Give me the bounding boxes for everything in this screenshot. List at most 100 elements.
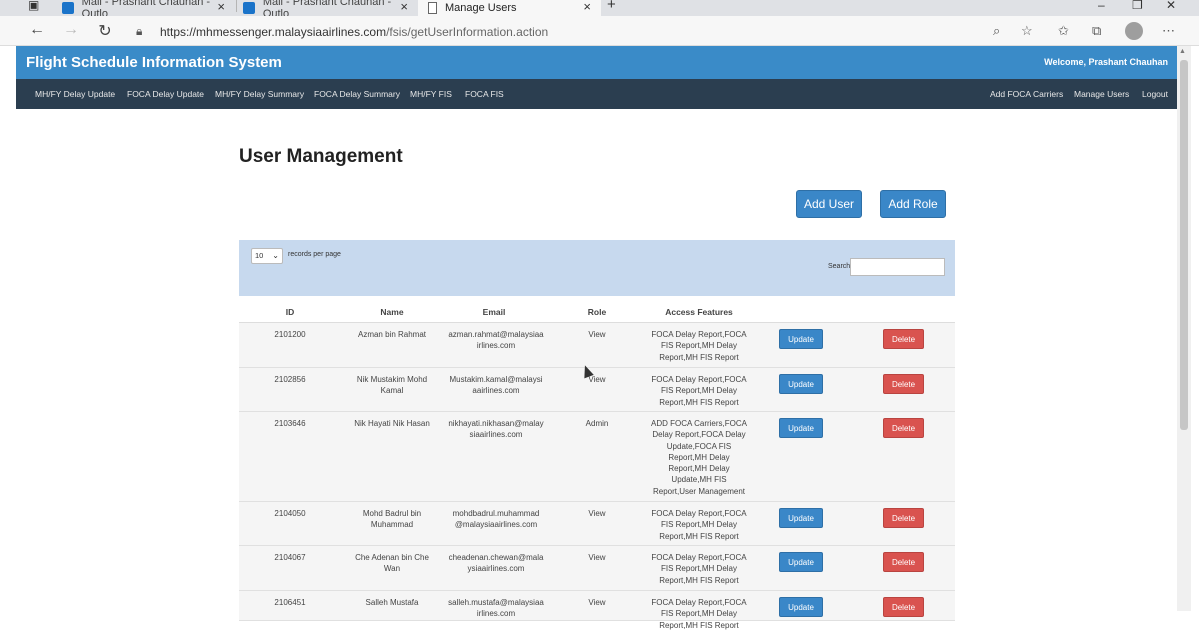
nav-mhfy-delay-update[interactable]: MH/FY Delay Update bbox=[35, 89, 115, 99]
user-role: Admin bbox=[585, 419, 609, 428]
browser-tab-manage-users[interactable]: Manage Users × bbox=[418, 0, 601, 16]
close-icon[interactable]: × bbox=[400, 0, 408, 14]
table-header: ID Name Email Role Access Features bbox=[239, 296, 955, 323]
profile-avatar[interactable] bbox=[1125, 22, 1143, 40]
nav-logout[interactable]: Logout bbox=[1142, 89, 1168, 99]
user-name-line: Azman bin Rahmat bbox=[357, 330, 427, 339]
favorites-icon[interactable]: ✩ bbox=[1058, 23, 1069, 39]
browser-tab-strip: ▣ Mail - Prashant Chauhan - Outlo × Mail… bbox=[0, 0, 1199, 16]
scroll-up-icon[interactable]: ▲ bbox=[1179, 48, 1186, 55]
page-size-value: 10 bbox=[255, 251, 264, 260]
records-per-page-label: records per page bbox=[288, 251, 341, 258]
user-email-line: @malaysiaairlines.com bbox=[454, 520, 538, 530]
site-header: Flight Schedule Information System Welco… bbox=[16, 46, 1177, 79]
nav-foca-delay-summary[interactable]: FOCA Delay Summary bbox=[314, 89, 400, 99]
restore-icon[interactable]: ❐ bbox=[1132, 0, 1143, 12]
page-title: User Management bbox=[239, 146, 403, 167]
access-features: FOCA Delay Report,FOCA FIS Report,MH Dela… bbox=[644, 508, 754, 542]
access-features-line: FOCA Delay Report,FOCA bbox=[651, 553, 747, 562]
update-button[interactable]: Update bbox=[779, 418, 823, 438]
user-email-line: azman.rahmat@malaysiaa bbox=[448, 330, 544, 339]
access-features-line: FOCA Delay Report,FOCA bbox=[651, 330, 747, 339]
user-name: Che Adenan bin Che Wan bbox=[347, 552, 437, 575]
col-name-header[interactable]: Name bbox=[359, 307, 425, 317]
nav-mhfy-delay-summary[interactable]: MH/FY Delay Summary bbox=[215, 89, 304, 99]
access-features: FOCA Delay Report,FOCA FIS Report,MH Dela… bbox=[644, 597, 754, 631]
minimize-icon[interactable]: – bbox=[1098, 0, 1105, 12]
tab-title: Mail - Prashant Chauhan - Outlo bbox=[262, 0, 392, 16]
access-features-line: FIS Report,MH Delay bbox=[660, 386, 738, 396]
browser-tab-mail-2[interactable]: Mail - Prashant Chauhan - Outlo × bbox=[237, 0, 418, 16]
access-features-line: FIS Report,MH Delay bbox=[660, 341, 738, 351]
table-row: 2103646 Nik Hayati Nik Hasan nikhayati.nik… bbox=[239, 412, 955, 502]
user-id: 2104067 bbox=[274, 553, 306, 562]
col-features-header[interactable]: Access Features bbox=[649, 307, 749, 317]
col-role-header[interactable]: Role bbox=[579, 307, 615, 317]
user-name-line: Che Adenan bin Che Wan bbox=[355, 553, 429, 574]
user-email-line: nikhayati.nikhasan@malay bbox=[448, 419, 544, 428]
col-email-header[interactable]: Email bbox=[463, 307, 525, 317]
close-window-icon[interactable]: ✕ bbox=[1166, 0, 1176, 12]
url-field[interactable]: 🔒︎ https://mhmessenger.malaysiaairlines.… bbox=[126, 18, 1046, 44]
scroll-thumb[interactable] bbox=[1180, 60, 1188, 430]
delete-button[interactable]: Delete bbox=[883, 329, 924, 349]
user-name: Nik Hayati Nik Hasan bbox=[347, 418, 437, 429]
user-email-line: aairlines.com bbox=[472, 386, 520, 396]
back-icon[interactable]: ← bbox=[27, 21, 47, 39]
close-icon[interactable]: × bbox=[217, 0, 225, 14]
more-options-icon[interactable]: ⋯ bbox=[1162, 23, 1175, 39]
user-name: Azman bin Rahmat bbox=[347, 329, 437, 340]
user-role: View bbox=[588, 375, 606, 384]
access-features-line: Report,MH FIS Report bbox=[659, 352, 739, 362]
delete-button[interactable]: Delete bbox=[883, 418, 924, 438]
tab-actions-icon[interactable]: ▣ bbox=[28, 0, 39, 12]
delete-button[interactable]: Delete bbox=[883, 374, 924, 394]
add-user-button[interactable]: Add User bbox=[796, 190, 862, 218]
table-row: 2104050 Mohd Badrul bin Muhammad mohdbadrul… bbox=[239, 502, 955, 546]
user-email: azman.rahmat@malaysiaa irlines.com bbox=[442, 329, 550, 352]
update-button[interactable]: Update bbox=[779, 374, 823, 394]
close-icon[interactable]: × bbox=[583, 0, 591, 14]
access-features-line: Report,User Management bbox=[652, 486, 746, 496]
nav-foca-delay-update[interactable]: FOCA Delay Update bbox=[127, 89, 204, 99]
user-name-line: Mohd Badrul bin bbox=[362, 509, 422, 518]
welcome-text: Welcome, Prashant Chauhan bbox=[1044, 57, 1168, 67]
update-button[interactable]: Update bbox=[779, 552, 823, 572]
address-bar: ← → ↻ 🔒︎ https://mhmessenger.malaysiaair… bbox=[0, 16, 1199, 46]
browser-tab-mail-1[interactable]: Mail - Prashant Chauhan - Outlo × bbox=[52, 0, 235, 16]
access-features-line: Report,MH Delay bbox=[668, 464, 730, 474]
access-features-line: FOCA Delay Report,FOCA bbox=[651, 509, 747, 518]
user-id: 2104050 bbox=[274, 509, 306, 518]
url-host: https://mhmessenger.malaysiaairlines.com bbox=[160, 25, 387, 39]
lock-icon[interactable]: 🔒︎ bbox=[136, 24, 142, 39]
chevron-down-icon: ⌄ bbox=[272, 251, 279, 260]
delete-button[interactable]: Delete bbox=[883, 508, 924, 528]
url-path: /fsis/getUserInformation.action bbox=[386, 25, 549, 39]
col-id-header[interactable]: ID bbox=[275, 307, 305, 317]
nav-manage-users[interactable]: Manage Users bbox=[1074, 89, 1129, 99]
access-features-line: Update,FOCA FIS bbox=[666, 441, 732, 451]
page-scrollbar[interactable]: ▲ bbox=[1177, 46, 1191, 611]
delete-button[interactable]: Delete bbox=[883, 552, 924, 572]
nav-mhfy-fis[interactable]: MH/FY FIS bbox=[410, 89, 452, 99]
search-input[interactable] bbox=[850, 258, 945, 276]
user-id: 2103646 bbox=[274, 419, 306, 428]
collections-icon[interactable]: ⧉ bbox=[1092, 23, 1101, 39]
access-features: FOCA Delay Report,FOCA FIS Report,MH Dela… bbox=[644, 374, 754, 408]
update-button[interactable]: Update bbox=[779, 329, 823, 349]
nav-foca-fis[interactable]: FOCA FIS bbox=[465, 89, 504, 99]
outlook-icon bbox=[62, 2, 74, 14]
new-tab-icon[interactable]: + bbox=[607, 0, 616, 13]
outlook-icon bbox=[243, 2, 255, 14]
zoom-icon[interactable]: ⌕ bbox=[993, 23, 1000, 39]
page-size-select[interactable]: 10 ⌄ bbox=[251, 248, 283, 264]
add-favorite-icon[interactable]: ☆ bbox=[1021, 23, 1033, 39]
forward-icon[interactable]: → bbox=[61, 21, 81, 39]
delete-button[interactable]: Delete bbox=[883, 597, 924, 617]
refresh-icon[interactable]: ↻ bbox=[95, 21, 115, 41]
user-email-line: cheadenan.chewan@mala bbox=[448, 553, 544, 562]
update-button[interactable]: Update bbox=[779, 508, 823, 528]
update-button[interactable]: Update bbox=[779, 597, 823, 617]
add-role-button[interactable]: Add Role bbox=[880, 190, 946, 218]
nav-add-foca-carriers[interactable]: Add FOCA Carriers bbox=[990, 89, 1063, 99]
